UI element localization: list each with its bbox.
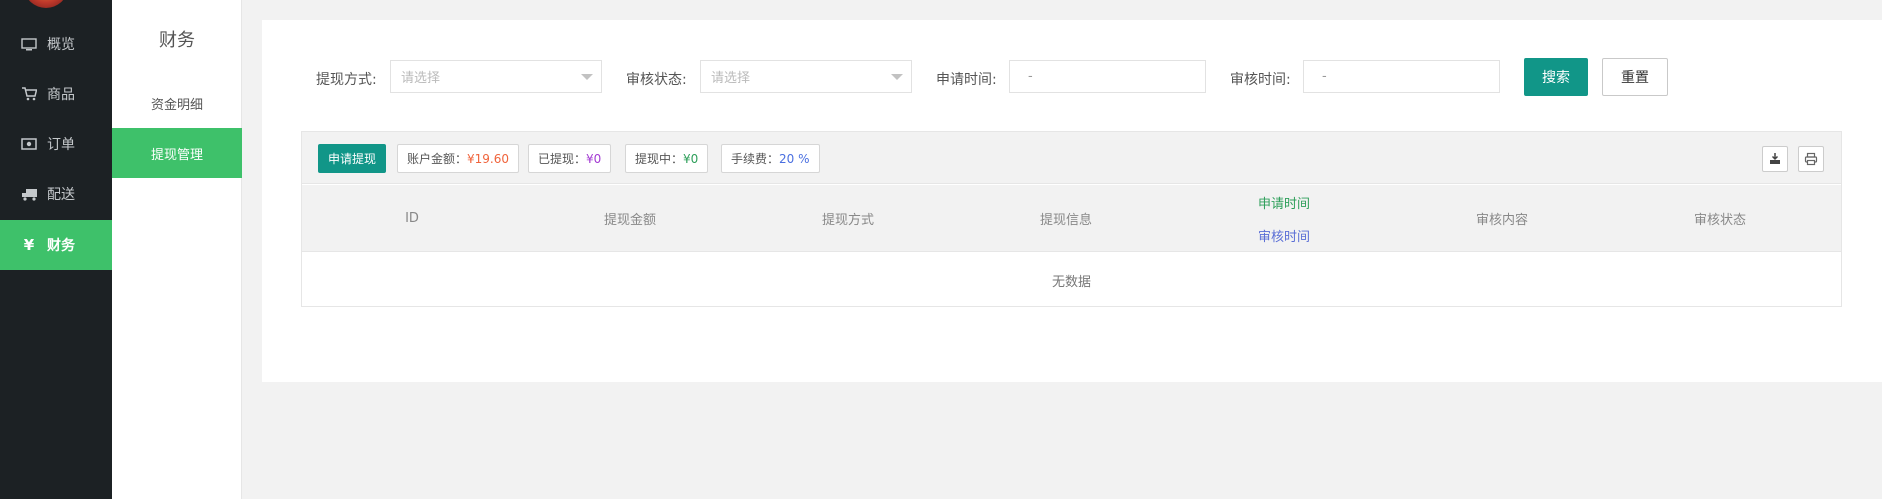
withdraw-method-label: 提现方式: xyxy=(316,72,377,88)
main-sidebar: 概览 商品 订单 配送 ¥ 财务 xyxy=(0,0,112,499)
empty-state: 无数据 xyxy=(1051,274,1091,290)
review-status-label: 审核状态: xyxy=(626,72,687,88)
chevron-down-icon xyxy=(891,74,903,80)
select-placeholder: 请选择 xyxy=(711,71,751,86)
withdrawing-badge: 提现中： ¥0 xyxy=(625,144,709,173)
sidebar-item-label: 商品 xyxy=(47,87,75,103)
fee-badge: 手续费： 20 % xyxy=(721,144,820,173)
review-time-label: 审核时间: xyxy=(1230,72,1291,88)
sidebar-item-goods[interactable]: 商品 xyxy=(0,69,112,119)
submenu-item-fund-details[interactable]: 资金明细 xyxy=(112,78,242,128)
sidebar-item-finance[interactable]: ¥ 财务 xyxy=(0,220,112,270)
chevron-down-icon xyxy=(581,74,593,80)
truck-icon xyxy=(20,187,38,201)
apply-time-label: 申请时间: xyxy=(936,72,997,88)
withdrawn-badge: 已提现： ¥0 xyxy=(528,144,612,173)
money-icon xyxy=(20,137,38,151)
review-status-select[interactable]: 请选择 xyxy=(700,60,912,93)
column-header-review-status[interactable]: 审核状态 xyxy=(1610,185,1830,252)
yen-icon: ¥ xyxy=(23,236,35,254)
print-icon[interactable] xyxy=(1798,146,1824,172)
table-toolbar: 申请提现 账户金额： ¥19.60 已提现： ¥0 提现中： ¥0 手续费： 2… xyxy=(302,132,1841,184)
stat-label: 账户金额： xyxy=(407,152,468,166)
review-time-range-input[interactable]: - xyxy=(1303,60,1500,93)
stat-value: ¥0 xyxy=(586,151,602,166)
column-header-amount[interactable]: 提现金额 xyxy=(520,185,740,252)
stat-label: 已提现： xyxy=(538,152,587,166)
stat-value: ¥19.60 xyxy=(467,151,510,166)
submenu-item-withdraw-management[interactable]: 提现管理 xyxy=(112,128,242,178)
sidebar-item-orders[interactable]: 订单 xyxy=(0,119,112,169)
cart-icon xyxy=(20,87,38,101)
apply-withdraw-button[interactable]: 申请提现 xyxy=(318,144,386,173)
column-header-review-content[interactable]: 审核内容 xyxy=(1392,185,1612,252)
column-header-method[interactable]: 提现方式 xyxy=(738,185,958,252)
submenu-title: 财务 xyxy=(159,30,195,51)
sidebar-item-label: 概览 xyxy=(47,37,75,53)
stat-value: ¥0 xyxy=(683,151,699,166)
sidebar-item-label: 财务 xyxy=(47,238,75,254)
export-icon[interactable] xyxy=(1762,146,1788,172)
stat-label: 提现中： xyxy=(635,152,684,166)
account-balance-badge: 账户金额： ¥19.60 xyxy=(397,144,520,173)
column-header-time[interactable]: 申请时间 审核时间 xyxy=(1174,185,1394,252)
sidebar-item-label: 订单 xyxy=(47,137,75,153)
apply-time-header: 申请时间 xyxy=(1257,196,1310,212)
table-header: ID 提现金额 提现方式 提现信息 申请时间 审核时间 审核内容 审核状态 xyxy=(302,185,1841,252)
withdraw-table: 申请提现 账户金额： ¥19.60 已提现： ¥0 提现中： ¥0 手续费： 2… xyxy=(301,131,1842,307)
sidebar-item-overview[interactable]: 概览 xyxy=(0,19,112,69)
select-placeholder: 请选择 xyxy=(401,71,441,86)
review-time-header: 审核时间 xyxy=(1257,229,1310,245)
logo[interactable] xyxy=(25,0,67,8)
apply-time-range-input[interactable]: - xyxy=(1009,60,1206,93)
column-header-id[interactable]: ID xyxy=(302,185,522,252)
sidebar-item-delivery[interactable]: 配送 xyxy=(0,169,112,219)
column-header-info[interactable]: 提现信息 xyxy=(956,185,1176,252)
monitor-icon xyxy=(20,37,38,51)
withdraw-method-select[interactable]: 请选择 xyxy=(390,60,602,93)
reset-button[interactable]: 重置 xyxy=(1602,58,1668,96)
sidebar-item-label: 配送 xyxy=(47,187,75,203)
stat-value: 20 % xyxy=(779,151,810,166)
search-button[interactable]: 搜索 xyxy=(1524,58,1588,96)
sub-menu: 财务 资金明细 提现管理 xyxy=(112,0,242,499)
stat-label: 手续费： xyxy=(731,152,780,166)
